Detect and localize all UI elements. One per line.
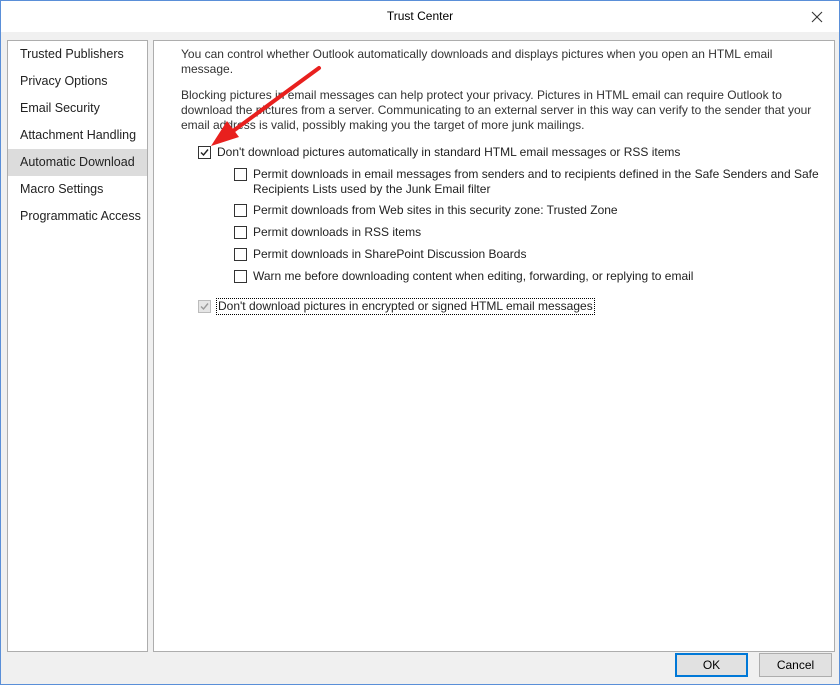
- nav-item-trusted-publishers[interactable]: Trusted Publishers: [8, 41, 147, 68]
- dont-download-standard-label[interactable]: Don't download pictures automatically in…: [217, 145, 680, 160]
- automatic-download-panel: You can control whether Outlook automati…: [153, 40, 835, 652]
- option-dont-download-encrypted: Don't download pictures in encrypted or …: [198, 298, 595, 315]
- option-permit-rss[interactable]: Permit downloads in RSS items: [234, 225, 421, 240]
- close-icon: [811, 11, 823, 23]
- permit-sharepoint-label[interactable]: Permit downloads in SharePoint Discussio…: [253, 247, 526, 262]
- option-dont-download-standard[interactable]: Don't download pictures automatically in…: [198, 145, 680, 160]
- trust-center-dialog: Trust Center Trusted Publishers Privacy …: [0, 0, 840, 685]
- permit-safe-senders-checkbox[interactable]: [234, 168, 247, 181]
- nav-item-privacy-options[interactable]: Privacy Options: [8, 68, 147, 95]
- permit-safe-senders-label[interactable]: Permit downloads in email messages from …: [253, 167, 819, 197]
- trust-center-nav: Trusted Publishers Privacy Options Email…: [7, 40, 148, 652]
- permit-rss-label[interactable]: Permit downloads in RSS items: [253, 225, 421, 240]
- warn-before-label[interactable]: Warn me before downloading content when …: [253, 269, 693, 284]
- nav-item-email-security[interactable]: Email Security: [8, 95, 147, 122]
- dont-download-encrypted-label: Don't download pictures in encrypted or …: [216, 298, 595, 315]
- close-button[interactable]: [807, 7, 827, 27]
- option-permit-safe-senders[interactable]: Permit downloads in email messages from …: [234, 167, 819, 197]
- intro-text: You can control whether Outlook automati…: [181, 47, 773, 76]
- option-permit-sharepoint[interactable]: Permit downloads in SharePoint Discussio…: [234, 247, 526, 262]
- nav-item-macro-settings[interactable]: Macro Settings: [8, 176, 147, 203]
- title-bar: Trust Center: [1, 1, 839, 32]
- permit-sharepoint-checkbox[interactable]: [234, 248, 247, 261]
- option-warn-before[interactable]: Warn me before downloading content when …: [234, 269, 693, 284]
- dont-download-standard-checkbox[interactable]: [198, 146, 211, 159]
- checkmark-icon: [200, 303, 209, 311]
- window-title: Trust Center: [386, 9, 454, 23]
- nav-item-programmatic-access[interactable]: Programmatic Access: [8, 203, 147, 230]
- dont-download-encrypted-checkbox: [198, 300, 211, 313]
- option-permit-web-sites[interactable]: Permit downloads from Web sites in this …: [234, 203, 618, 218]
- warn-before-checkbox[interactable]: [234, 270, 247, 283]
- cancel-button[interactable]: Cancel: [759, 653, 832, 677]
- permit-web-sites-checkbox[interactable]: [234, 204, 247, 217]
- permit-web-sites-label[interactable]: Permit downloads from Web sites in this …: [253, 203, 618, 218]
- checkmark-icon: [200, 149, 209, 157]
- privacy-text: Blocking pictures in email messages can …: [181, 88, 812, 132]
- ok-button[interactable]: OK: [675, 653, 748, 677]
- permit-rss-checkbox[interactable]: [234, 226, 247, 239]
- nav-item-attachment-handling[interactable]: Attachment Handling: [8, 122, 147, 149]
- nav-item-automatic-download[interactable]: Automatic Download: [8, 149, 147, 176]
